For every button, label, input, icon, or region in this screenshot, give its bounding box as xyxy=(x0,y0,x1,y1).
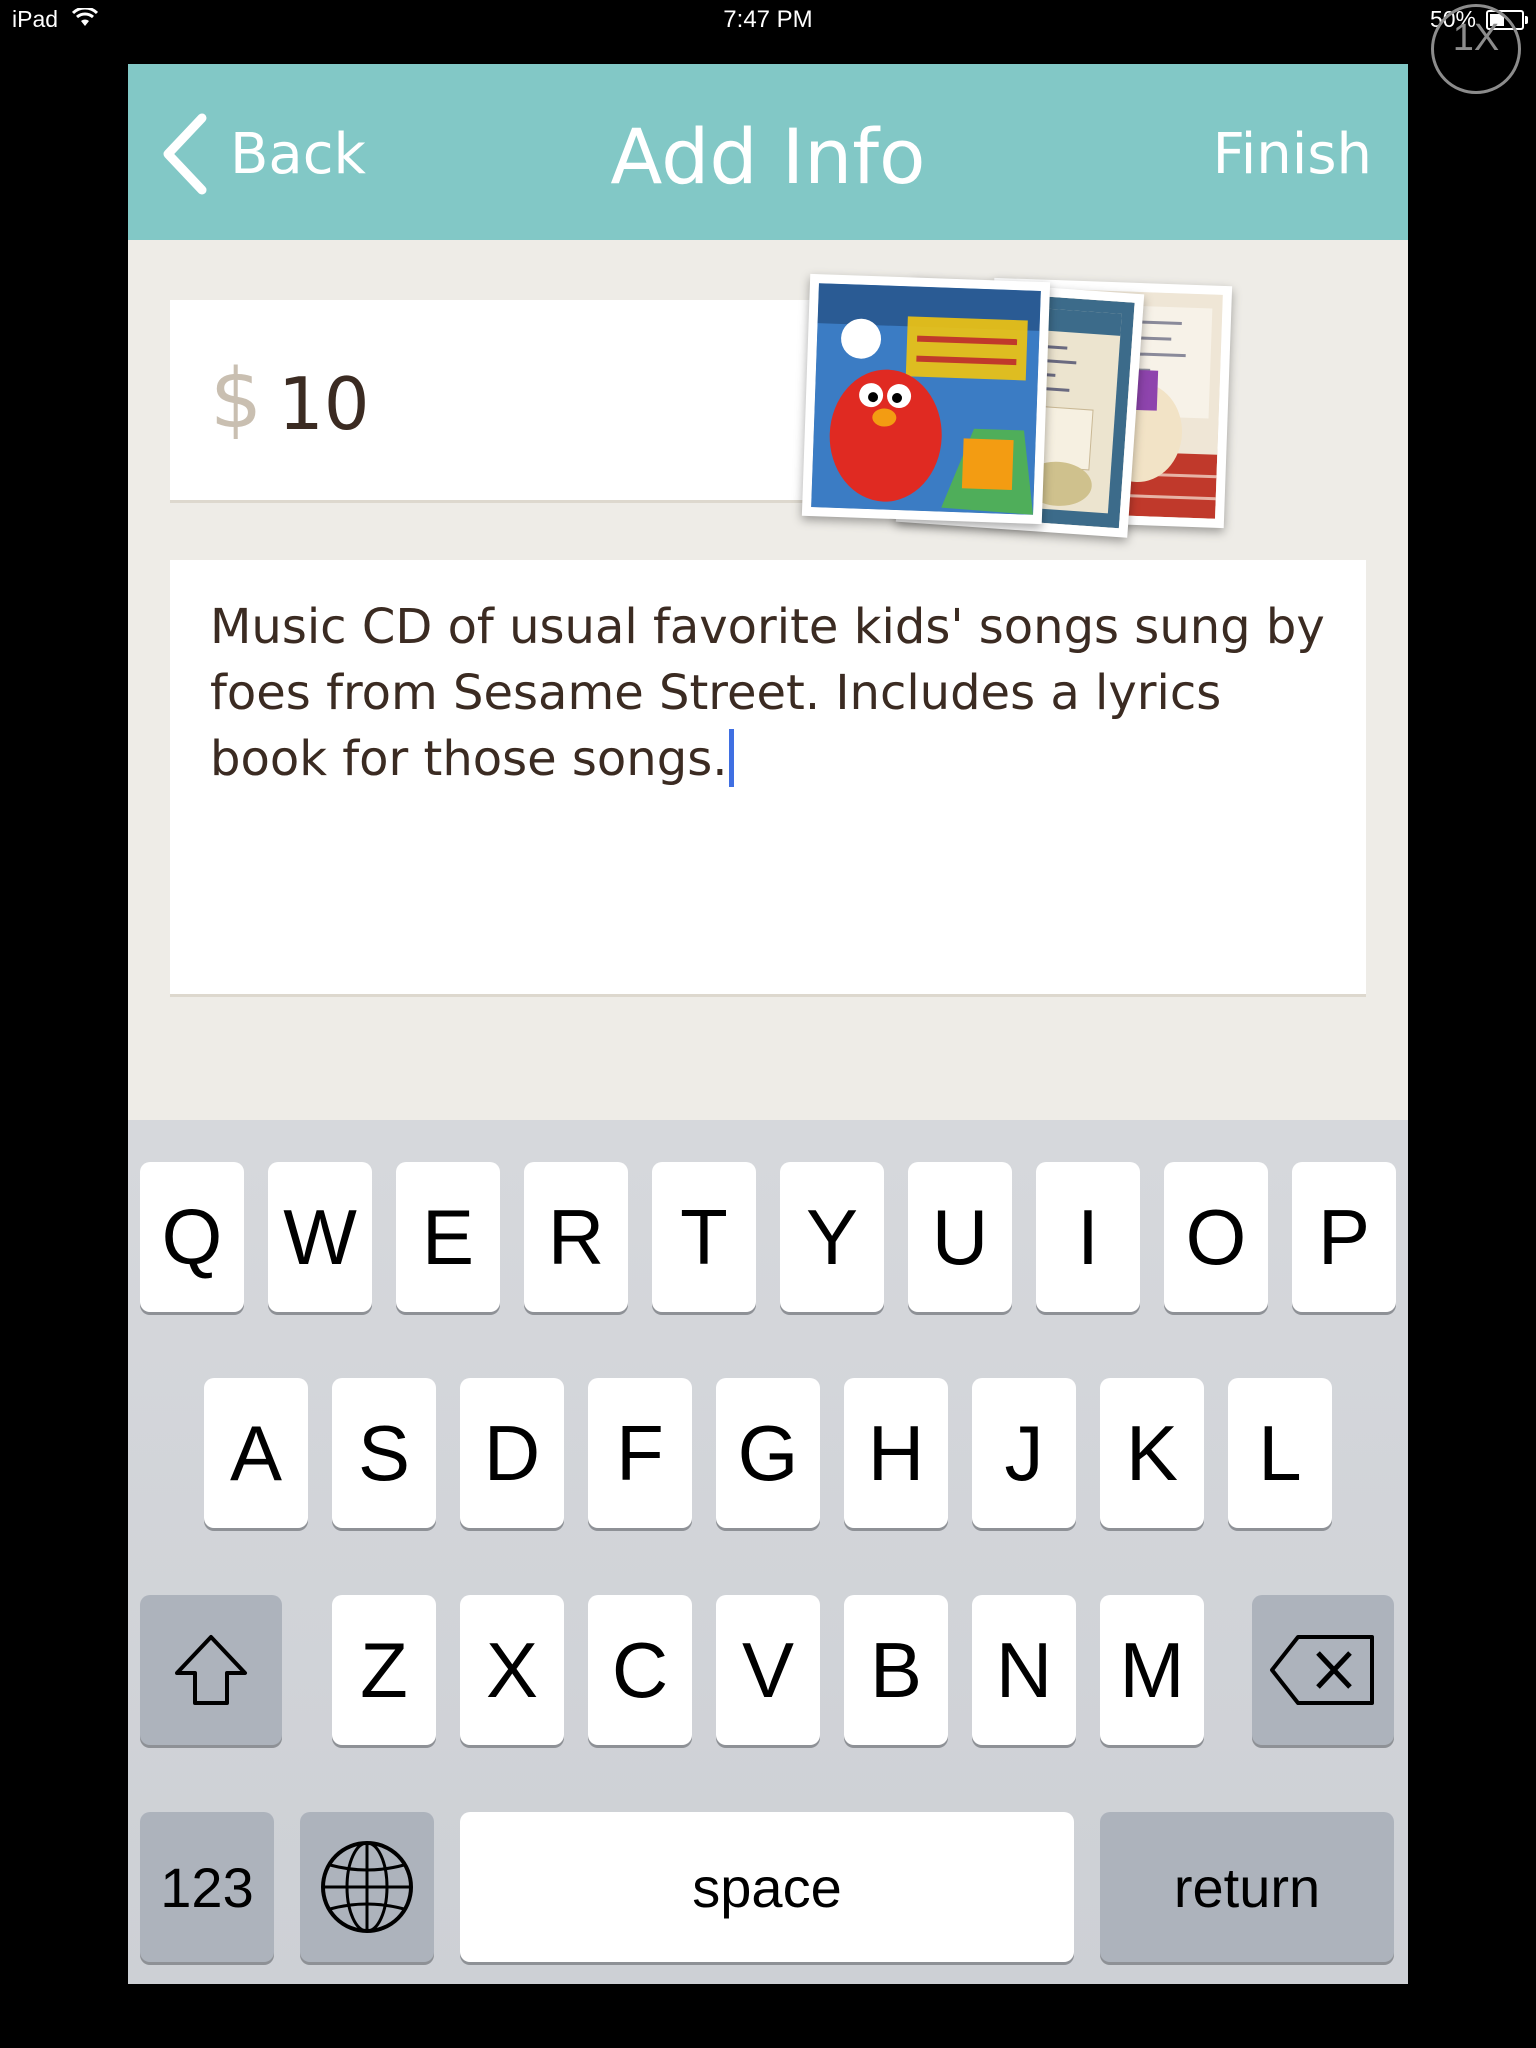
key-h[interactable]: H xyxy=(844,1378,948,1528)
key-u[interactable]: U xyxy=(908,1162,1012,1312)
key-x[interactable]: X xyxy=(460,1595,564,1745)
key-f[interactable]: F xyxy=(588,1378,692,1528)
shift-key[interactable] xyxy=(140,1595,282,1745)
key-o[interactable]: O xyxy=(1164,1162,1268,1312)
key-s[interactable]: S xyxy=(332,1378,436,1528)
key-t[interactable]: T xyxy=(652,1162,756,1312)
photo-cd-cover-image xyxy=(811,283,1041,515)
globe-key[interactable] xyxy=(300,1812,434,1962)
key-y[interactable]: Y xyxy=(780,1162,884,1312)
finish-button[interactable]: Finish xyxy=(1213,122,1372,187)
price-value[interactable]: 10 xyxy=(278,362,878,446)
shift-arrow-icon xyxy=(175,1635,247,1705)
key-q[interactable]: Q xyxy=(140,1162,244,1312)
numbers-key[interactable]: 123 xyxy=(140,1812,274,1962)
key-i[interactable]: I xyxy=(1036,1162,1140,1312)
key-a[interactable]: A xyxy=(204,1378,308,1528)
description-field[interactable]: Music CD of usual favorite kids' songs s… xyxy=(170,560,1366,997)
key-p[interactable]: P xyxy=(1292,1162,1396,1312)
description-value: Music CD of usual favorite kids' songs s… xyxy=(210,599,1325,787)
key-v[interactable]: V xyxy=(716,1595,820,1745)
key-d[interactable]: D xyxy=(460,1378,564,1528)
key-r[interactable]: R xyxy=(524,1162,628,1312)
key-c[interactable]: C xyxy=(588,1595,692,1745)
key-w[interactable]: W xyxy=(268,1162,372,1312)
delete-icon xyxy=(1270,1635,1374,1705)
description-textarea[interactable]: Music CD of usual favorite kids' songs s… xyxy=(210,594,1330,792)
key-m[interactable]: M xyxy=(1100,1595,1204,1745)
key-n[interactable]: N xyxy=(972,1595,1076,1745)
key-b[interactable]: B xyxy=(844,1595,948,1745)
key-z[interactable]: Z xyxy=(332,1595,436,1745)
key-k[interactable]: K xyxy=(1100,1378,1204,1528)
status-time: 7:47 PM xyxy=(723,6,813,33)
status-bar: iPad 7:47 PM 50% xyxy=(0,0,1536,40)
key-e[interactable]: E xyxy=(396,1162,500,1312)
zoom-badge[interactable]: 1X xyxy=(1431,4,1521,94)
delete-key[interactable] xyxy=(1252,1595,1394,1745)
key-g[interactable]: G xyxy=(716,1378,820,1528)
text-caret xyxy=(729,729,735,787)
key-j[interactable]: J xyxy=(972,1378,1076,1528)
key-l[interactable]: L xyxy=(1228,1378,1332,1528)
globe-icon xyxy=(321,1841,413,1933)
currency-symbol: $ xyxy=(210,352,263,447)
app-window: Back Add Info Finish $ 10 Music CD of us… xyxy=(128,64,1408,1984)
keyboard: QWERTYUIOP ASDFGHJKL ZXCVBNM 123 space r… xyxy=(128,1120,1408,1984)
return-key[interactable]: return xyxy=(1100,1812,1394,1962)
item-photo-1[interactable] xyxy=(801,273,1051,525)
nav-bar: Back Add Info Finish xyxy=(128,64,1408,240)
space-key[interactable]: space xyxy=(460,1812,1074,1962)
